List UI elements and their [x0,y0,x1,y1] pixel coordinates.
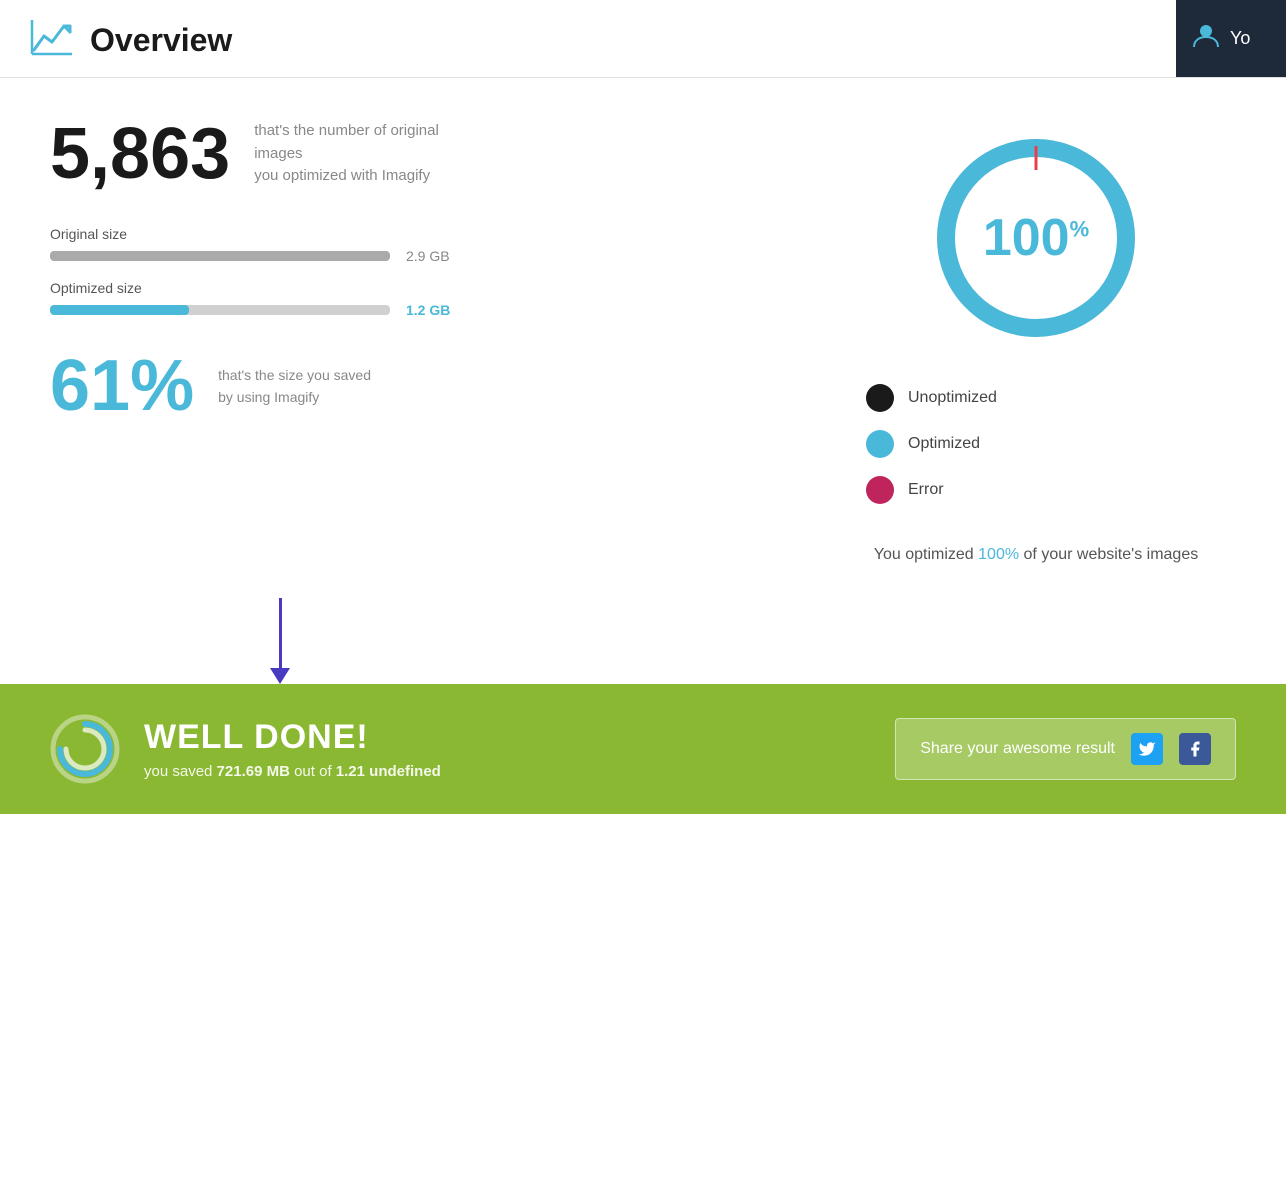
legend-item-unoptimized: Unoptimized [866,384,1206,412]
user-name-label: Yo [1230,28,1250,49]
share-box[interactable]: Share your awesome result [895,718,1236,780]
legend-dot-optimized [866,430,894,458]
legend-dot-error [866,476,894,504]
size-section: Original size 2.9 GB Optimized size 1.2 … [50,226,786,318]
chart-icon [30,18,74,63]
banner-subtitle: you saved 721.69 MB out of 1.21 undefine… [144,763,441,780]
legend-dot-unoptimized [866,384,894,412]
page-title: Overview [90,22,232,59]
share-text: Share your awesome result [920,740,1115,758]
optimized-size-bar-row: 1.2 GB [50,302,786,318]
donut-chart: 100% [926,128,1146,348]
image-count-number: 5,863 [50,118,230,190]
twitter-icon[interactable] [1131,733,1163,765]
original-size-bar [50,251,390,261]
original-size-label: Original size [50,226,786,242]
main-content: 5,863 that's the number of original imag… [0,78,1286,598]
legend-label-optimized: Optimized [908,435,980,453]
header: Overview Yo [0,0,1286,78]
donut-percent-sign: % [1070,217,1090,242]
image-count-description: that's the number of original images you… [254,120,474,188]
arrow-line [279,598,282,668]
arrow-down [270,598,290,684]
banner-title: WELL DONE! [144,718,441,757]
image-count-row: 5,863 that's the number of original imag… [50,118,786,190]
facebook-icon[interactable] [1179,733,1211,765]
arrow-head [270,668,290,684]
optimized-summary-text: You optimized 100% of your website's ima… [874,542,1198,568]
banner-left: WELL DONE! you saved 721.69 MB out of 1.… [50,714,441,784]
user-panel: Yo [1176,0,1286,77]
arrow-section [0,598,1286,684]
savings-percent: 61% [50,350,194,422]
banner-text: WELL DONE! you saved 721.69 MB out of 1.… [144,718,441,780]
optimized-size-value: 1.2 GB [406,302,450,318]
savings-description: that's the size you saved by using Imagi… [218,364,371,409]
optimized-size-bar [50,305,390,315]
legend-label-unoptimized: Unoptimized [908,389,997,407]
original-size-bar-fill [50,251,390,261]
savings-row: 61% that's the size you saved by using I… [50,350,786,422]
chart-legend: Unoptimized Optimized Error [846,384,1226,522]
right-panel: 100% Unoptimized Optimized Error You opt… [846,118,1226,568]
legend-label-error: Error [908,481,944,499]
imagify-logo [50,714,120,784]
optimized-percent-highlight: 100% [978,546,1019,563]
donut-percent: 100% [983,209,1089,267]
original-size-value: 2.9 GB [406,248,450,264]
green-banner: WELL DONE! you saved 721.69 MB out of 1.… [0,684,1286,814]
donut-center-text: 100% [983,212,1089,264]
header-left: Overview [30,18,232,63]
original-size-bar-row: 2.9 GB [50,248,786,264]
user-avatar-icon [1192,21,1220,56]
legend-item-error: Error [866,476,1206,504]
legend-item-optimized: Optimized [866,430,1206,458]
optimized-size-label: Optimized size [50,280,786,296]
optimized-size-bar-fill [50,305,189,315]
left-panel: 5,863 that's the number of original imag… [50,118,786,422]
